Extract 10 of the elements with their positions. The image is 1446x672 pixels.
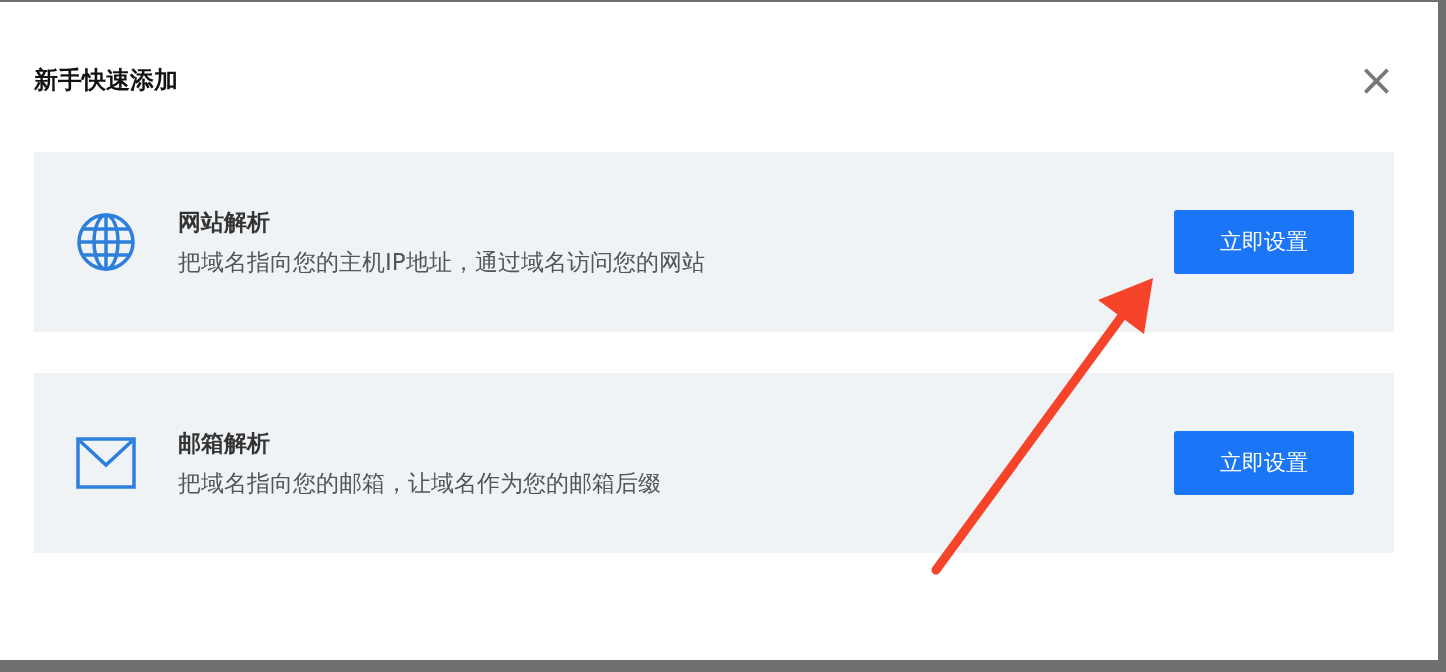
- envelope-icon: [76, 437, 136, 489]
- globe-icon: [76, 212, 136, 272]
- option-title: 网站解析: [178, 208, 271, 237]
- option-description: 把域名指向您的主机IP地址，通过域名访问您的网站: [178, 248, 706, 277]
- option-description: 把域名指向您的邮箱，让域名作为您的邮箱后缀: [178, 469, 662, 498]
- close-button[interactable]: ×: [1358, 60, 1394, 100]
- setup-button[interactable]: 立即设置: [1174, 431, 1354, 495]
- dialog-title: 新手快速添加: [34, 65, 178, 96]
- option-title: 邮箱解析: [178, 429, 271, 458]
- setup-button[interactable]: 立即设置: [1174, 210, 1354, 274]
